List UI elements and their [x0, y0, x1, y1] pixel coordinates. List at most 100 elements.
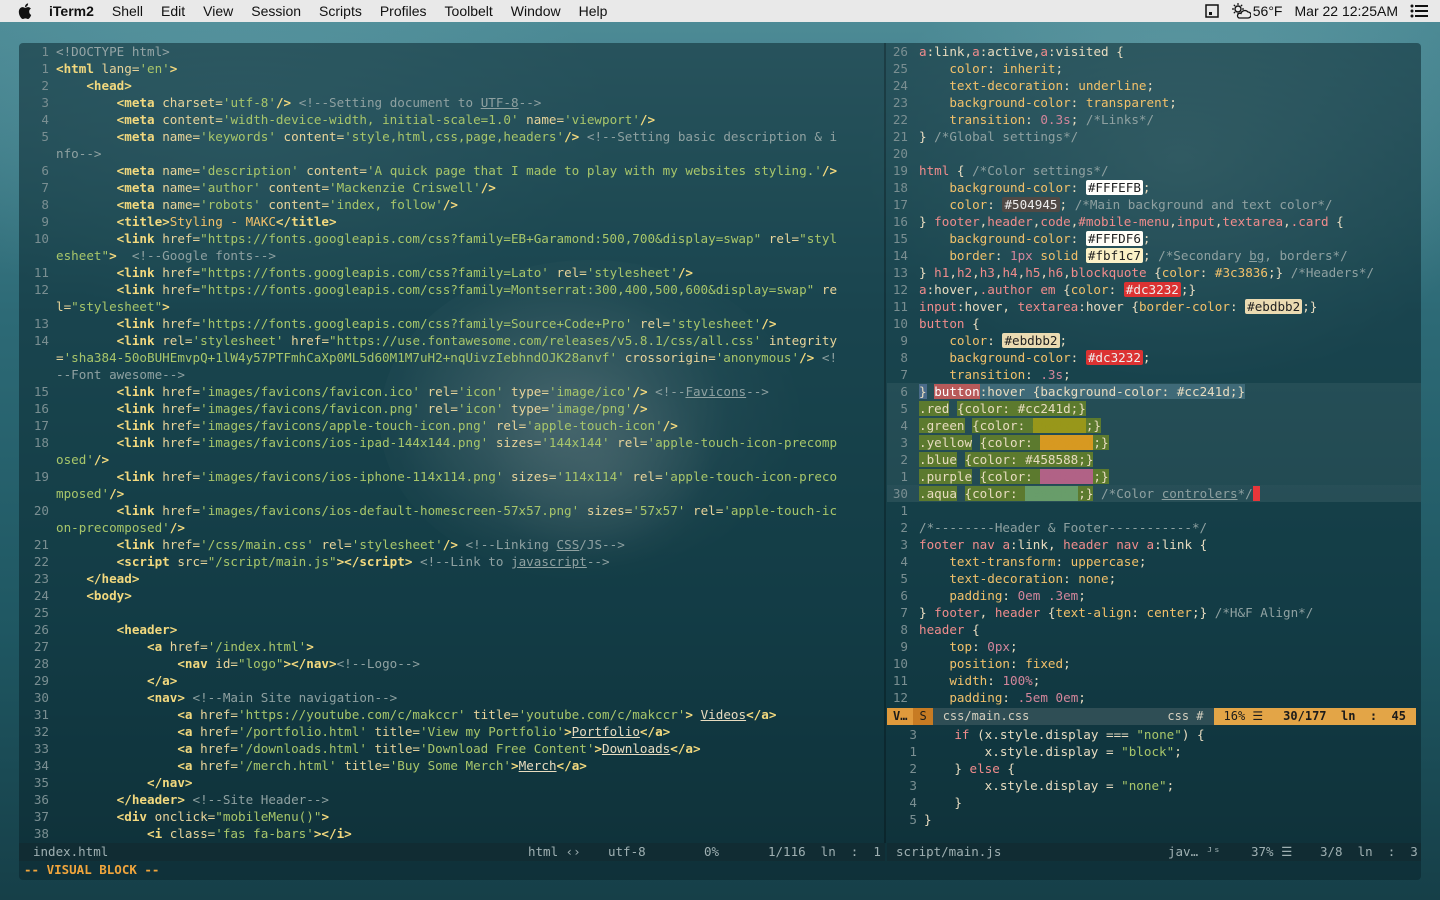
- code-text[interactable]: x.style.display = "none";: [924, 777, 1175, 794]
- code-line[interactable]: 1 x.style.display = "block";: [887, 743, 1421, 760]
- code-text[interactable]: <meta content='width-device-width, initi…: [56, 111, 655, 128]
- menu-help[interactable]: Help: [570, 0, 617, 22]
- code-text[interactable]: <a href='/merch.html' title='Buy Some Me…: [56, 757, 587, 774]
- code-text[interactable]: padding: 0em .3em;: [919, 587, 1086, 604]
- code-text[interactable]: <body>: [56, 587, 132, 604]
- code-line[interactable]: 28 <nav id="logo"></nav><!--Logo-->: [19, 655, 885, 672]
- code-line[interactable]: 20 <link href='images/favicons/ios-defau…: [19, 502, 885, 519]
- code-text[interactable]: <head>: [56, 77, 132, 94]
- code-text[interactable]: <a href='https://youtube.com/c/makccr' t…: [56, 706, 776, 723]
- code-text[interactable]: background-color: transparent;: [919, 94, 1177, 111]
- menu-window[interactable]: Window: [502, 0, 570, 22]
- code-text[interactable]: <link href='images/favicons/ios-iphone-1…: [56, 468, 837, 485]
- code-text[interactable]: <script src="/script/main.js"></script> …: [56, 553, 610, 570]
- code-text[interactable]: <link href="https://fonts.googleapis.com…: [56, 230, 837, 247]
- code-line[interactable]: 9 <title>Styling - MAKC</title>: [19, 213, 885, 230]
- code-line[interactable]: --Font awesome-->: [19, 366, 885, 383]
- code-line[interactable]: 8 <meta name='robots' content='index, fo…: [19, 196, 885, 213]
- code-line[interactable]: 3 if (x.style.display === "none") {: [887, 726, 1421, 743]
- code-line[interactable]: 4 }: [887, 794, 1421, 811]
- code-line[interactable]: 3 footer nav a:link, header nav a:link {: [887, 536, 1421, 553]
- code-line[interactable]: 22 transition: 0.3s; /*Links*/: [887, 111, 1421, 128]
- code-line[interactable]: 12 padding: .5em 0em;: [887, 689, 1421, 706]
- code-text[interactable]: <link href='https://fonts.googleapis.com…: [56, 315, 777, 332]
- code-line[interactable]: 5}: [887, 811, 1421, 828]
- menu-clock[interactable]: Mar 22 12:25AM: [1295, 3, 1399, 19]
- code-text[interactable]: <a href='/downloads.html' title='Downloa…: [56, 740, 700, 757]
- code-text[interactable]: --Font awesome-->: [56, 366, 185, 383]
- code-line[interactable]: 22 <script src="/script/main.js"></scrip…: [19, 553, 885, 570]
- code-text[interactable]: <html lang='en'>: [56, 60, 177, 77]
- code-line[interactable]: 13} h1,h2,h3,h4,h5,h6,blockquote {color:…: [887, 264, 1421, 281]
- code-text[interactable]: <meta charset='utf-8'/> <!--Setting docu…: [56, 94, 542, 111]
- code-line[interactable]: 2 } else {: [887, 760, 1421, 777]
- code-line[interactable]: 3 <meta charset='utf-8'/> <!--Setting do…: [19, 94, 885, 111]
- code-line[interactable]: 24 text-decoration: underline;: [887, 77, 1421, 94]
- code-line[interactable]: 1 <html lang='en'>: [19, 60, 885, 77]
- code-text[interactable]: } else {: [924, 760, 1015, 777]
- code-text[interactable]: if (x.style.display === "none") {: [924, 726, 1204, 743]
- code-line[interactable]: nfo-->: [19, 145, 885, 162]
- code-line[interactable]: 25 color: inherit;: [887, 60, 1421, 77]
- code-line[interactable]: 11 width: 100%;: [887, 672, 1421, 689]
- code-text[interactable]: text-decoration: none;: [919, 570, 1116, 587]
- code-text[interactable]: } button:hover {background-color: #cc241…: [919, 383, 1246, 400]
- code-line[interactable]: 11 input:hover, textarea:hover {border-co…: [887, 298, 1421, 315]
- code-line[interactable]: 13 <link href='https://fonts.googleapis.…: [19, 315, 885, 332]
- code-text[interactable]: }: [924, 811, 932, 828]
- notification-center-icon[interactable]: [1410, 4, 1428, 18]
- code-text[interactable]: transition: .3s;: [919, 366, 1070, 383]
- code-text[interactable]: .green {color: #98971a;}: [919, 417, 1102, 434]
- code-line[interactable]: 26 <header>: [19, 621, 885, 638]
- code-line[interactable]: 6} button:hover {background-color: #cc24…: [887, 383, 1421, 400]
- code-line[interactable]: l="stylesheet">: [19, 298, 885, 315]
- code-text[interactable]: .aqua {color: #689d6a;} /*Color controle…: [919, 485, 1260, 502]
- code-text[interactable]: } h1,h2,h3,h4,h5,h6,blockquote {color: #…: [919, 264, 1374, 281]
- menu-app-name[interactable]: iTerm2: [40, 0, 103, 22]
- code-text[interactable]: transition: 0.3s; /*Links*/: [919, 111, 1154, 128]
- code-line[interactable]: 7 transition: .3s;: [887, 366, 1421, 383]
- code-text[interactable]: color: #ebdbb2;: [919, 332, 1067, 349]
- code-text[interactable]: .red {color: #cc241d;}: [919, 400, 1086, 417]
- code-line[interactable]: 16} footer,header,code,#mobile-menu,inpu…: [887, 213, 1421, 230]
- code-line[interactable]: 6 <meta name='description' content='A qu…: [19, 162, 885, 179]
- code-line[interactable]: 14 <link rel='stylesheet' href="https://…: [19, 332, 885, 349]
- code-text[interactable]: ='sha384-50oBUHEmvpQ+1lW4y57PTFmhCaXp0ML…: [56, 349, 837, 366]
- code-line[interactable]: 1 .purple {color: #b16286;}: [887, 468, 1421, 485]
- code-text[interactable]: osed'/>: [56, 451, 109, 468]
- code-text[interactable]: header {: [919, 621, 980, 638]
- code-text[interactable]: position: fixed;: [919, 655, 1070, 672]
- code-text[interactable]: input:hover, textarea:hover {border-colo…: [919, 298, 1317, 315]
- code-line[interactable]: 3 x.style.display = "none";: [887, 777, 1421, 794]
- code-text[interactable]: <link href='/css/main.css' rel='styleshe…: [56, 536, 625, 553]
- code-text[interactable]: } footer,header,code,#mobile-menu,input,…: [919, 213, 1344, 230]
- code-text[interactable]: mposed'/>: [56, 485, 124, 502]
- code-text[interactable]: } /*Global settings*/: [919, 128, 1078, 145]
- code-text[interactable]: <link href='images/favicons/ios-ipad-144…: [56, 434, 837, 451]
- code-text[interactable]: /*--------Header & Footer-----------*/: [919, 519, 1207, 536]
- code-line[interactable]: 8 background-color: #dc3232;: [887, 349, 1421, 366]
- code-text[interactable]: border: 1px solid #fbf1c7; /*Secondary b…: [919, 247, 1348, 264]
- code-text[interactable]: </header> <!--Site Header-->: [56, 791, 329, 808]
- code-line[interactable]: 19 <link href='images/favicons/ios-iphon…: [19, 468, 885, 485]
- code-line[interactable]: 11 <link href="https://fonts.googleapis.…: [19, 264, 885, 281]
- code-text[interactable]: <link href='images/favicons/ios-default-…: [56, 502, 837, 519]
- code-text[interactable]: <!DOCTYPE html>: [56, 43, 170, 60]
- code-text[interactable]: <link href='images/favicons/favicon.ico'…: [56, 383, 769, 400]
- code-text[interactable]: <a href='/portfolio.html' title='View my…: [56, 723, 670, 740]
- code-line[interactable]: 18 <link href='images/favicons/ios-ipad-…: [19, 434, 885, 451]
- code-line[interactable]: 23 </head>: [19, 570, 885, 587]
- code-text[interactable]: <meta name='robots' content='index, foll…: [56, 196, 458, 213]
- code-text[interactable]: <link rel='stylesheet' href="https://use…: [56, 332, 837, 349]
- code-text[interactable]: background-color: #dc3232;: [919, 349, 1151, 366]
- code-line[interactable]: esheet"> <!--Google fonts-->: [19, 247, 885, 264]
- code-line[interactable]: 32 <a href='/portfolio.html' title='View…: [19, 723, 885, 740]
- code-line[interactable]: 12 a:hover,.author em {color: #dc3232;}: [887, 281, 1421, 298]
- code-line[interactable]: 25: [19, 604, 885, 621]
- code-text[interactable]: nfo-->: [56, 145, 102, 162]
- code-line[interactable]: 1 <!DOCTYPE html>: [19, 43, 885, 60]
- code-line[interactable]: 17 color: #504945; /*Main background and…: [887, 196, 1421, 213]
- code-text[interactable]: </head>: [56, 570, 139, 587]
- code-line[interactable]: 7} footer, header {text-align: center;} …: [887, 604, 1421, 621]
- code-line[interactable]: on-precomposed'/>: [19, 519, 885, 536]
